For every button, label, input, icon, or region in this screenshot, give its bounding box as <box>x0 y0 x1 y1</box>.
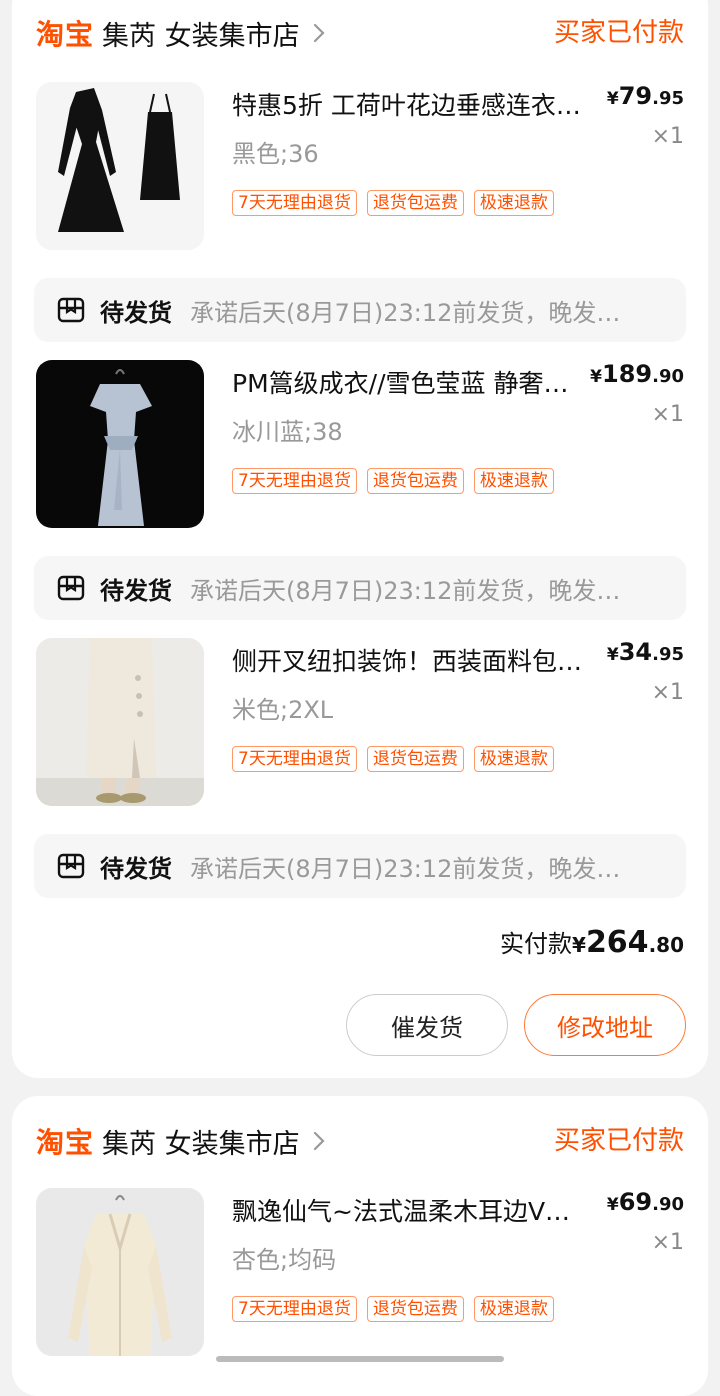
product-title[interactable]: 特惠5折 工荷叶花边垂感连衣… <box>232 86 612 122</box>
shop-header[interactable]: 淘宝 集芮 女装集市店 <box>36 13 330 53</box>
product-quantity: ×1 <box>651 402 684 427</box>
price-currency: ¥ <box>606 89 619 109</box>
total-integer: 264 <box>585 925 649 960</box>
product-sku: 米色;2XL <box>232 696 334 724</box>
price-currency: ¥ <box>606 645 619 665</box>
price-decimal: .90 <box>652 1194 684 1215</box>
shop-name[interactable]: 集芮 女装集市店 <box>102 14 300 53</box>
tag-refund: 极速退款 <box>473 190 554 216</box>
total-currency: ¥ <box>572 933 586 957</box>
order-item[interactable]: 特惠5折 工荷叶花边垂感连衣… 黑色;36 ¥79.95 ×1 7天无理由退货 … <box>36 82 684 262</box>
order-item[interactable]: 侧开叉纽扣装饰！西装面料包… 米色;2XL ¥34.95 ×1 7天无理由退货 … <box>36 638 684 818</box>
tag-return: 7天无理由退货 <box>232 746 357 772</box>
tag-refund: 极速退款 <box>473 468 554 494</box>
product-quantity: ×1 <box>651 124 684 149</box>
shipping-promise: 承诺后天(8月7日)23:12前发货，晚发… <box>190 576 621 605</box>
taobao-logo: 淘宝 <box>36 1126 95 1159</box>
product-image[interactable] <box>36 638 204 806</box>
tag-refund: 极速退款 <box>473 1296 554 1322</box>
product-price: ¥79.95 <box>607 82 684 110</box>
shipping-state: 待发货 <box>100 298 172 327</box>
tag-return: 7天无理由退货 <box>232 468 357 494</box>
order-card[interactable]: 淘宝 集芮 女装集市店 买家已付款 特惠5折 工荷叶花边垂感连衣… 黑色;36 … <box>12 0 708 1078</box>
price-decimal: .95 <box>652 88 684 109</box>
order-total: 实付款¥264.80 <box>500 924 684 960</box>
order-item[interactable]: 飘逸仙气~法式温柔木耳边V… 杏色;均码 ¥69.90 ×1 7天无理由退货 退… <box>36 1188 684 1368</box>
product-image[interactable] <box>36 82 204 250</box>
total-label: 实付款 <box>500 930 573 958</box>
tag-return: 7天无理由退货 <box>232 1296 357 1322</box>
product-title[interactable]: PM篙级成衣//雪色莹蓝 静奢… <box>232 364 612 400</box>
product-quantity: ×1 <box>651 1230 684 1255</box>
home-indicator[interactable] <box>216 1356 504 1362</box>
shipping-status-bar[interactable]: 待发货 承诺后天(8月7日)23:12前发货，晚发… <box>34 556 686 620</box>
taobao-logo: 淘宝 <box>36 18 95 51</box>
product-sku: 冰川蓝;38 <box>232 418 343 446</box>
product-title[interactable]: 侧开叉纽扣装饰！西装面料包… <box>232 642 612 678</box>
price-currency: ¥ <box>590 367 602 387</box>
urge-shipment-button[interactable]: 催发货 <box>346 994 508 1056</box>
product-quantity: ×1 <box>651 680 684 705</box>
shipping-promise: 承诺后天(8月7日)23:12前发货，晚发… <box>190 298 621 327</box>
price-integer: 79 <box>618 82 653 110</box>
price-currency: ¥ <box>606 1195 619 1215</box>
total-decimal: .80 <box>648 933 684 957</box>
product-image[interactable] <box>36 360 204 528</box>
tag-shipping: 退货包运费 <box>366 190 464 216</box>
service-tags: 7天无理由退货 退货包运费 极速退款 <box>232 1296 554 1322</box>
chevron-right-icon[interactable] <box>308 1130 330 1152</box>
shipping-state: 待发货 <box>100 854 172 883</box>
product-price: ¥189.90 <box>590 360 684 388</box>
price-decimal: .95 <box>652 644 684 665</box>
package-box-icon <box>57 853 85 879</box>
shop-name[interactable]: 集芮 女装集市店 <box>102 1122 300 1161</box>
product-sku: 黑色;36 <box>232 140 319 168</box>
order-status: 买家已付款 <box>553 1126 684 1156</box>
service-tags: 7天无理由退货 退货包运费 极速退款 <box>232 190 554 216</box>
product-price: ¥34.95 <box>607 638 684 666</box>
tag-shipping: 退货包运费 <box>366 1296 464 1322</box>
shipping-status-bar[interactable]: 待发货 承诺后天(8月7日)23:12前发货，晚发… <box>34 278 686 342</box>
chevron-right-icon[interactable] <box>308 22 330 44</box>
shipping-promise: 承诺后天(8月7日)23:12前发货，晚发… <box>190 854 621 883</box>
product-price: ¥69.90 <box>607 1188 684 1216</box>
service-tags: 7天无理由退货 退货包运费 极速退款 <box>232 746 554 772</box>
order-status: 买家已付款 <box>553 18 684 48</box>
tag-refund: 极速退款 <box>473 746 554 772</box>
price-integer: 189 <box>602 360 653 388</box>
order-item[interactable]: PM篙级成衣//雪色莹蓝 静奢… 冰川蓝;38 ¥189.90 ×1 7天无理由… <box>36 360 684 540</box>
tag-shipping: 退货包运费 <box>366 746 464 772</box>
shipping-state: 待发货 <box>100 576 172 605</box>
tag-return: 7天无理由退货 <box>232 190 357 216</box>
tag-shipping: 退货包运费 <box>366 468 464 494</box>
product-sku: 杏色;均码 <box>232 1246 337 1274</box>
price-integer: 69 <box>618 1188 653 1216</box>
package-box-icon <box>57 575 85 601</box>
price-decimal: .90 <box>652 366 684 387</box>
product-image[interactable] <box>36 1188 204 1356</box>
change-address-button[interactable]: 修改地址 <box>524 994 686 1056</box>
order-card[interactable]: 淘宝 集芮 女装集市店 买家已付款 飘逸仙气~法式温柔木耳边V… 杏色;均码 ¥… <box>12 1096 708 1396</box>
price-integer: 34 <box>618 638 653 666</box>
service-tags: 7天无理由退货 退货包运费 极速退款 <box>232 468 554 494</box>
package-box-icon <box>57 297 85 323</box>
shipping-status-bar[interactable]: 待发货 承诺后天(8月7日)23:12前发货，晚发… <box>34 834 686 898</box>
shop-header[interactable]: 淘宝 集芮 女装集市店 <box>36 1121 330 1161</box>
product-title[interactable]: 飘逸仙气~法式温柔木耳边V… <box>232 1192 612 1228</box>
